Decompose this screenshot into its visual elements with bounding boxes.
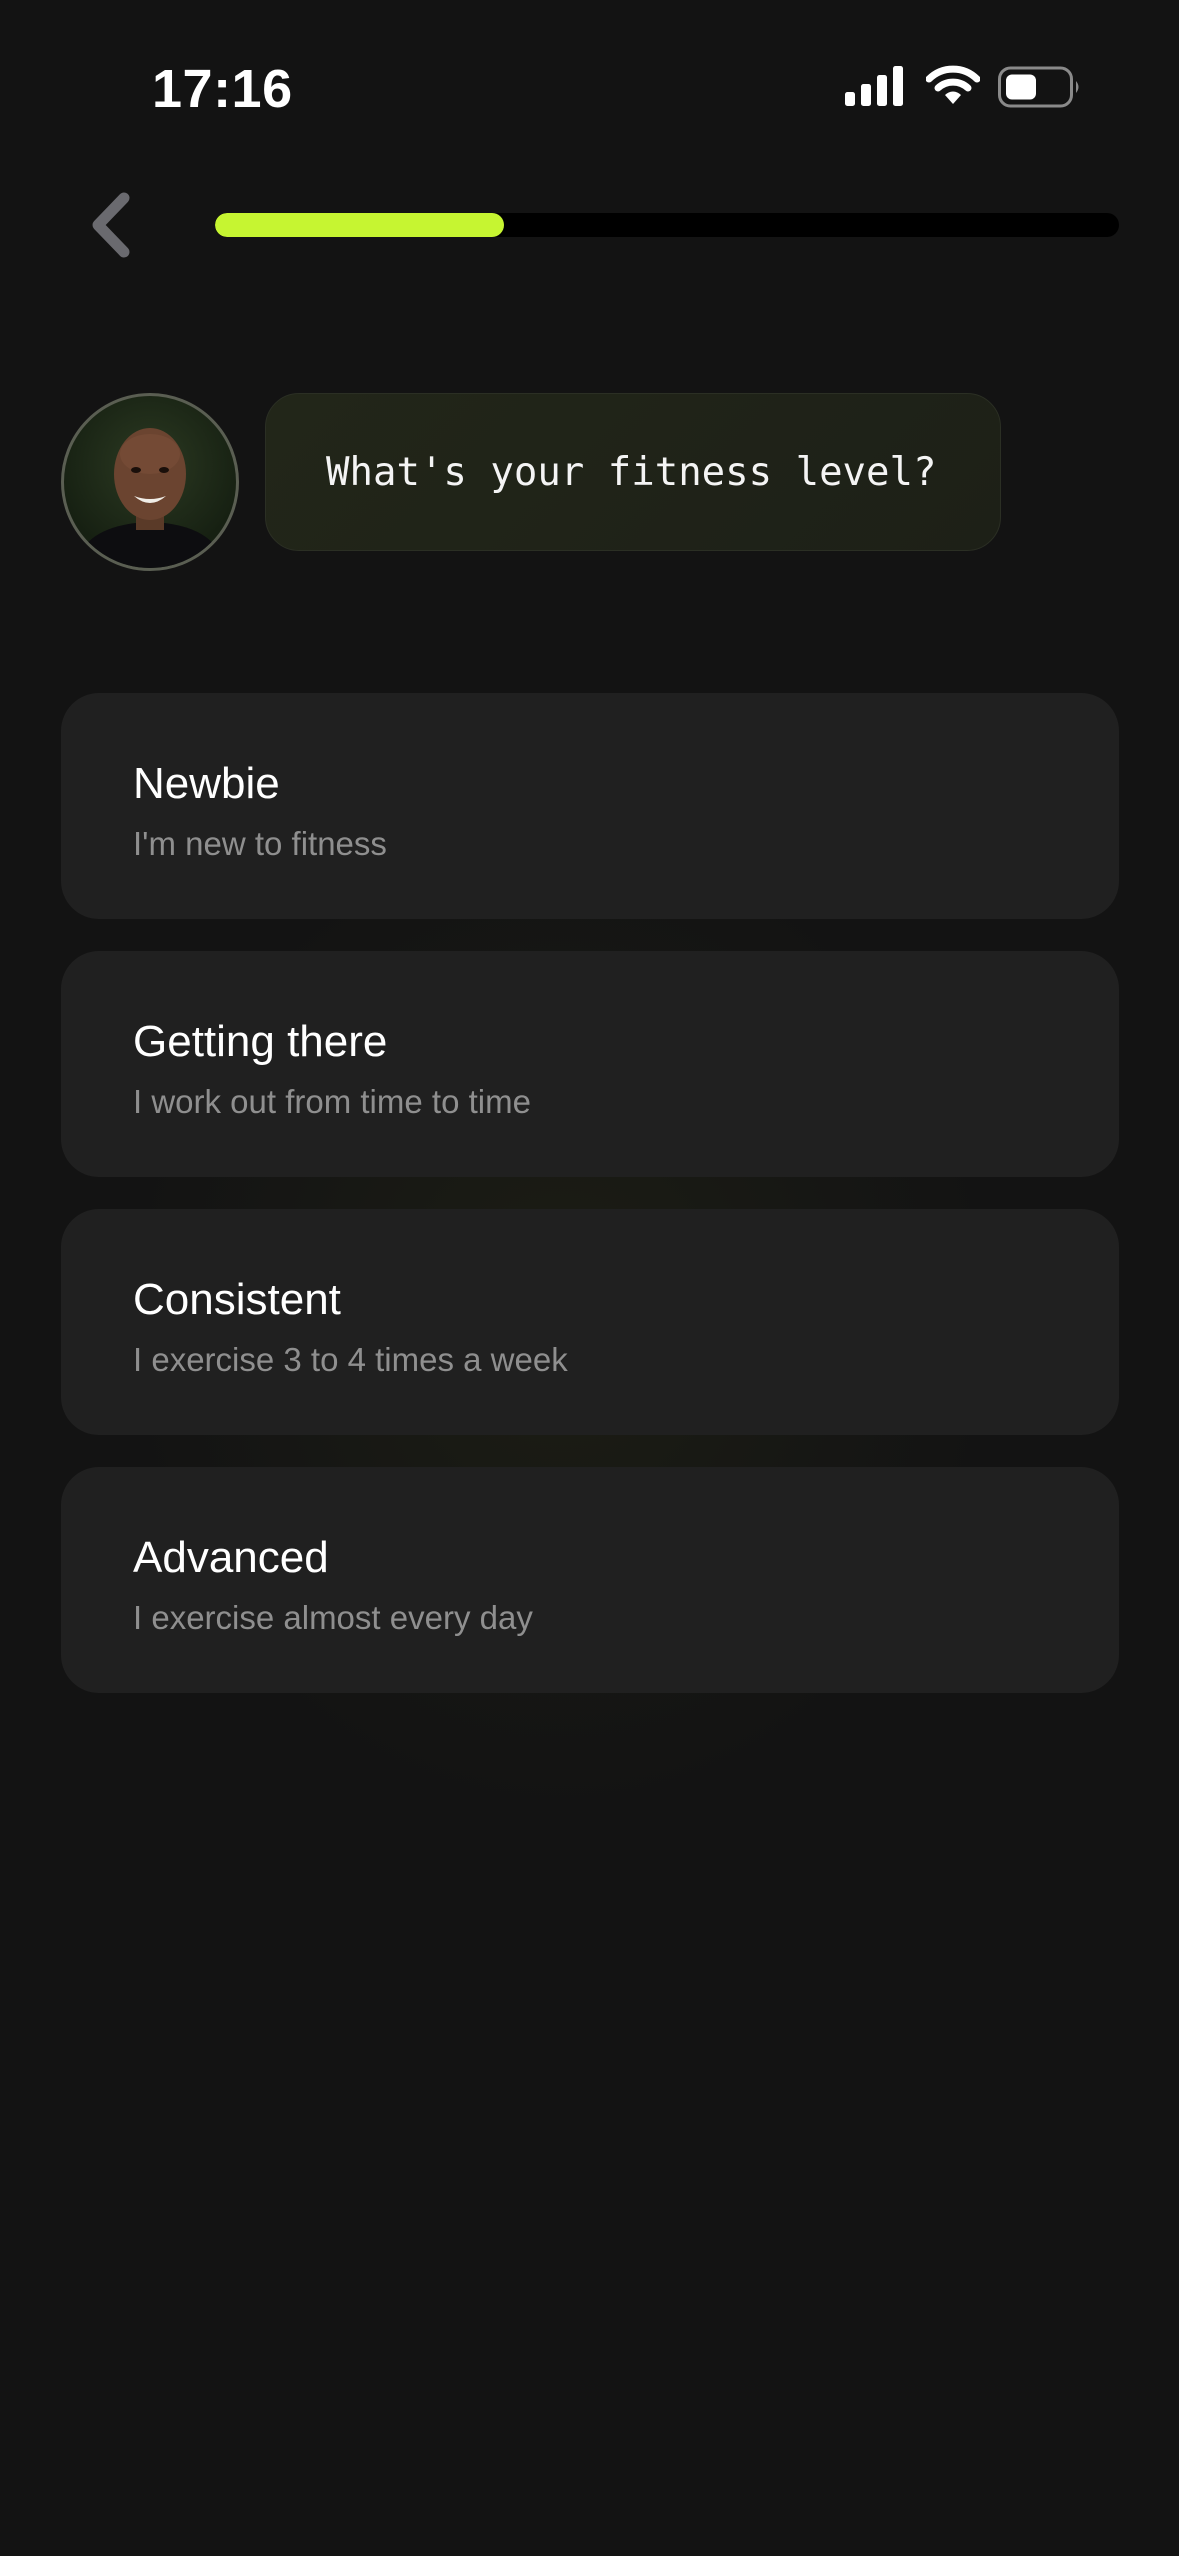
option-subtitle: I'm new to fitness bbox=[133, 825, 387, 862]
option-subtitle: I work out from time to time bbox=[133, 1083, 531, 1120]
coach-avatar bbox=[61, 393, 239, 571]
question-bubble: What's your fitness level? bbox=[265, 393, 1001, 551]
person-portrait-icon bbox=[74, 428, 226, 568]
option-title: Getting there bbox=[133, 1017, 388, 1066]
status-time: 17:16 bbox=[152, 59, 293, 119]
wifi-icon bbox=[926, 65, 980, 104]
option-subtitle: I exercise almost every day bbox=[133, 1599, 533, 1636]
progress-bar-fill bbox=[215, 213, 505, 237]
option-title: Advanced bbox=[133, 1533, 329, 1582]
chevron-left-icon bbox=[92, 192, 130, 258]
option-newbie[interactable]: Newbie I'm new to fitness bbox=[61, 693, 1119, 919]
option-title: Consistent bbox=[133, 1275, 341, 1324]
option-subtitle: I exercise 3 to 4 times a week bbox=[133, 1341, 568, 1378]
option-advanced[interactable]: Advanced I exercise almost every day bbox=[61, 1467, 1119, 1693]
back-button[interactable] bbox=[74, 184, 146, 266]
option-title: Newbie bbox=[133, 759, 280, 808]
battery-icon bbox=[998, 66, 1079, 108]
progress-bar bbox=[215, 213, 1119, 237]
question-text: What's your fitness level? bbox=[326, 449, 937, 495]
option-consistent[interactable]: Consistent I exercise 3 to 4 times a wee… bbox=[61, 1209, 1119, 1435]
option-getting-there[interactable]: Getting there I work out from time to ti… bbox=[61, 951, 1119, 1177]
cellular-signal-icon bbox=[845, 66, 903, 106]
